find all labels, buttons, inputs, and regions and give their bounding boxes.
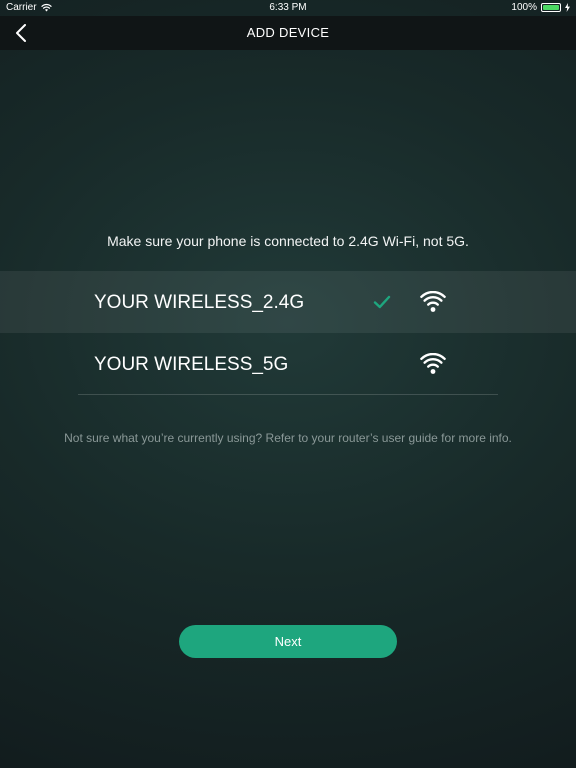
network-item-5g[interactable]: YOUR WIRELESS_5G (0, 333, 576, 395)
page-title: ADD DEVICE (246, 25, 330, 40)
instruction-text: Make sure your phone is connected to 2.4… (107, 233, 469, 249)
network-item-2-4g[interactable]: YOUR WIRELESS_2.4G (0, 271, 576, 333)
status-bar: Carrier 6:33 PM 100% (0, 0, 576, 16)
network-name: YOUR WIRELESS_5G (94, 354, 289, 375)
network-list: YOUR WIRELESS_2.4G YOUR WIRELESS_5G (0, 271, 576, 395)
hint-text: Not sure what you’re currently using? Re… (64, 431, 512, 445)
status-right: 100% (511, 2, 570, 13)
bolt-icon (565, 3, 570, 12)
battery-icon (541, 3, 561, 12)
nav-bar: ADD DEVICE (0, 16, 576, 50)
battery-fill (543, 5, 559, 10)
battery-percent: 100% (511, 2, 537, 13)
wifi-icon (420, 291, 446, 312)
network-name: YOUR WIRELESS_2.4G (94, 292, 305, 313)
status-time: 6:33 PM (269, 2, 307, 13)
check-icon (373, 295, 391, 309)
divider (78, 394, 498, 395)
next-button[interactable]: Next (179, 625, 397, 658)
wifi-icon (420, 353, 446, 374)
